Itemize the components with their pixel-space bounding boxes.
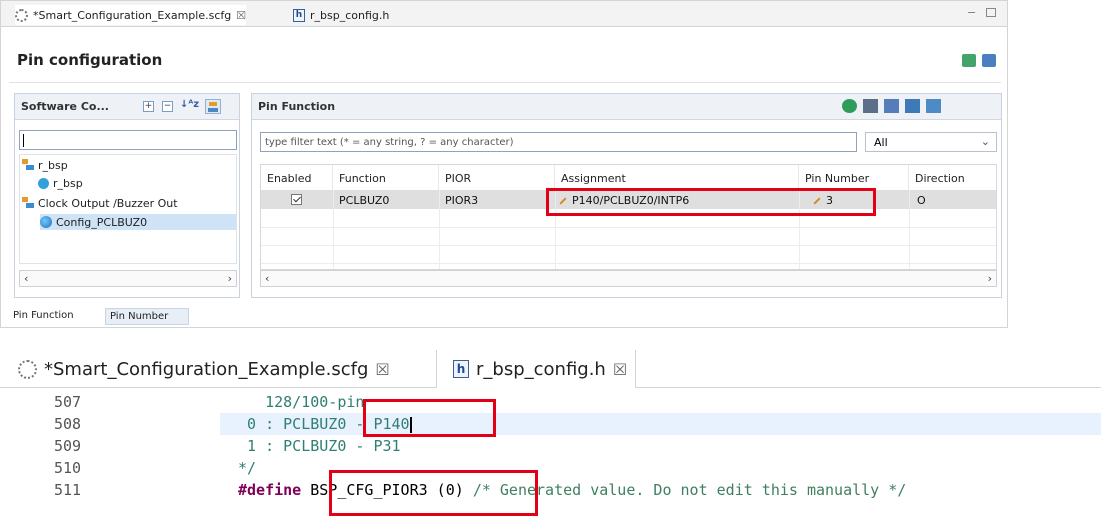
pin-function-toolbar xyxy=(842,98,941,114)
software-components-panel: Software Co... + − ↓ᴬz r_bsp r_bsp Clock… xyxy=(14,93,240,298)
direction-cell: O xyxy=(917,194,926,207)
component-group-icon xyxy=(22,159,34,171)
tree-item-label: Clock Output /Buzzer Out xyxy=(38,196,178,210)
scroll-right-icon[interactable]: › xyxy=(228,272,232,285)
tree-item-selected[interactable]: Config_PCLBUZ0 xyxy=(40,214,236,230)
pior-cell: PIOR3 xyxy=(445,194,479,207)
tab-smart-configuration[interactable]: *Smart_Configuration_Example.scfg ☒ xyxy=(15,5,247,25)
preprocessor-keyword: #define xyxy=(238,481,302,499)
horizontal-scrollbar[interactable]: ‹ › xyxy=(19,270,237,287)
grid-line xyxy=(439,190,440,269)
component-search-input[interactable] xyxy=(19,130,237,150)
line-number: 508 xyxy=(54,415,82,433)
collapse-all-icon[interactable]: − xyxy=(162,101,173,112)
scroll-left-icon[interactable]: ‹ xyxy=(265,272,269,285)
tab-pin-number[interactable]: Pin Number xyxy=(105,308,189,325)
gear-icon xyxy=(18,359,37,379)
maximize-icon[interactable] xyxy=(986,8,996,17)
tree-item-label: r_bsp xyxy=(38,158,68,172)
code-text: 0 : PCLBUZ0 xyxy=(238,415,356,433)
h-file-icon: h xyxy=(453,360,469,378)
highlight-box xyxy=(546,188,876,216)
panel-header: Software Co... + − ↓ᴬz xyxy=(15,94,239,120)
sort-icon[interactable]: ↓ᴬz xyxy=(180,99,199,110)
minimize-icon[interactable]: − xyxy=(967,6,976,19)
code-line[interactable]: 128/100-pin xyxy=(238,393,364,411)
component-icon xyxy=(38,177,49,189)
expand-all-icon[interactable]: + xyxy=(143,101,154,112)
pin-configuration-editor: *Smart_Configuration_Example.scfg ☒ h r_… xyxy=(0,0,1008,328)
tab-label: r_bsp_config.h xyxy=(310,8,390,22)
refresh-icon[interactable] xyxy=(962,54,976,67)
h-file-icon: h xyxy=(293,8,305,22)
column-header[interactable]: PIOR xyxy=(439,165,555,190)
tab-label: r_bsp_config.h xyxy=(476,358,606,380)
scroll-left-icon[interactable]: ‹ xyxy=(24,272,28,285)
pin-filter-select[interactable]: All ⌄ xyxy=(865,132,997,152)
column-header[interactable]: Direction xyxy=(909,165,996,190)
export-icon[interactable] xyxy=(905,99,920,113)
scroll-right-icon[interactable]: › xyxy=(988,272,992,285)
code-line[interactable]: */ xyxy=(238,459,256,477)
function-cell: PCLBUZ0 xyxy=(339,194,390,207)
tree-item-label: Config_PCLBUZ0 xyxy=(56,215,148,229)
line-number: 509 xyxy=(54,437,82,455)
page-title: Pin configuration xyxy=(17,51,163,69)
enabled-checkbox[interactable] xyxy=(291,194,302,205)
panel-title: Software Co... xyxy=(21,100,109,113)
selected-value: All xyxy=(874,136,888,149)
import-icon[interactable] xyxy=(926,99,941,113)
board-icon[interactable] xyxy=(884,99,899,113)
tree-item-label: r_bsp xyxy=(53,176,83,190)
refresh-icon[interactable] xyxy=(842,99,857,113)
line-number-gutter xyxy=(0,388,220,516)
grid-line xyxy=(333,190,334,269)
panel-header: Pin Function xyxy=(252,94,1001,120)
highlight-box xyxy=(363,399,496,437)
source-editor: *Smart_Configuration_Example.scfg ☒ h r_… xyxy=(0,350,1101,516)
tree-item[interactable]: Clock Output /Buzzer Out xyxy=(22,195,178,211)
close-icon[interactable]: ☒ xyxy=(236,9,246,22)
tab-label: *Smart_Configuration_Example.scfg xyxy=(44,358,369,380)
line-number: 511 xyxy=(54,481,82,499)
component-group-icon xyxy=(22,197,34,209)
component-tree: r_bsp r_bsp Clock Output /Buzzer Out Con… xyxy=(19,154,237,264)
pin-filter-input[interactable]: type filter text (* = any string, ? = an… xyxy=(260,132,857,152)
filter-placeholder: type filter text (* = any string, ? = an… xyxy=(265,137,514,148)
horizontal-scrollbar[interactable]: ‹ › xyxy=(260,270,997,287)
chevron-down-icon: ⌄ xyxy=(980,135,990,148)
line-number: 507 xyxy=(54,393,82,411)
column-header[interactable]: Enabled xyxy=(261,165,333,190)
gear-icon xyxy=(15,8,28,22)
tab-r-bsp-config[interactable]: h r_bsp_config.h xyxy=(293,5,389,25)
tree-item[interactable]: r_bsp xyxy=(22,157,68,173)
grid-icon[interactable] xyxy=(863,99,878,113)
tab-r-bsp-config-active[interactable]: h r_bsp_config.h ☒ xyxy=(436,350,637,388)
column-header[interactable]: Pin Number xyxy=(799,165,909,190)
panel-title: Pin Function xyxy=(258,100,336,113)
tab-pin-function[interactable]: Pin Function xyxy=(9,308,96,323)
tree-item[interactable]: r_bsp xyxy=(38,175,83,191)
code-line[interactable]: 1 : PCLBUZ0 - P31 xyxy=(238,437,401,455)
close-icon[interactable]: ☒ xyxy=(375,360,389,379)
tab-smart-configuration[interactable]: *Smart_Configuration_Example.scfg ☒ xyxy=(18,350,390,388)
export-icon[interactable] xyxy=(982,54,996,67)
tab-label: *Smart_Configuration_Example.scfg xyxy=(33,8,232,22)
close-icon[interactable]: ☒ xyxy=(613,360,627,379)
grid-line xyxy=(261,245,996,246)
divider xyxy=(9,82,1001,83)
grid-line xyxy=(261,227,996,228)
highlight-box xyxy=(329,470,538,516)
grid-line xyxy=(909,190,910,269)
tree-view-icon[interactable] xyxy=(205,99,221,114)
column-header[interactable]: Function xyxy=(333,165,439,190)
text-cursor xyxy=(23,134,24,147)
grid-line xyxy=(261,263,996,264)
pin-function-table: Enabled Function PIOR Assignment Pin Num… xyxy=(260,164,997,270)
configuration-icon xyxy=(40,216,52,228)
line-number: 510 xyxy=(54,459,82,477)
editor-tab-bar: *Smart_Configuration_Example.scfg ☒ h r_… xyxy=(0,350,1101,388)
column-header[interactable]: Assignment xyxy=(555,165,799,190)
editor-tab-bar: *Smart_Configuration_Example.scfg ☒ h r_… xyxy=(1,1,1007,27)
